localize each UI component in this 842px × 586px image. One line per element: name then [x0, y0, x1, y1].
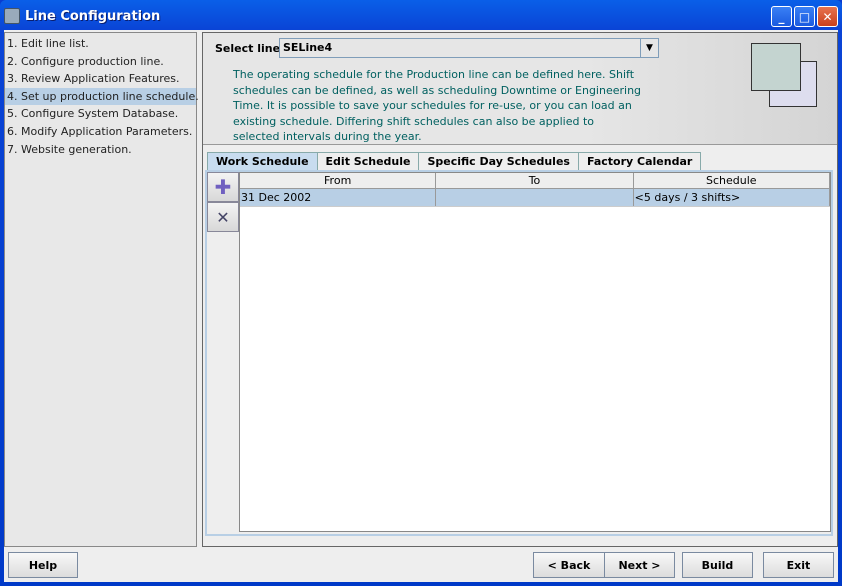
app-icon: [4, 8, 20, 24]
minimize-button[interactable]: _: [771, 6, 792, 27]
x-icon: ✕: [216, 207, 230, 227]
select-line-label: Select line:: [215, 42, 285, 55]
table-row[interactable]: 31 Dec 2002 <5 days / 3 shifts>: [240, 189, 830, 207]
chevron-down-icon[interactable]: ▼: [640, 39, 658, 57]
select-line-value: SELine4: [283, 41, 333, 54]
window-title: Line Configuration: [25, 8, 161, 24]
column-header-to[interactable]: To: [436, 173, 634, 188]
build-button[interactable]: Build: [682, 552, 753, 578]
plus-icon: ✚: [214, 175, 232, 199]
help-button[interactable]: Help: [8, 552, 78, 578]
steps-list: 1. Edit line list. 2. Configure producti…: [4, 32, 199, 547]
step-item[interactable]: 5. Configure System Database.: [5, 105, 196, 123]
schedule-table: From To Schedule 31 Dec 2002 <5 days / 3…: [239, 172, 831, 532]
column-header-schedule[interactable]: Schedule: [634, 173, 830, 188]
close-button[interactable]: ✕: [817, 6, 838, 27]
step-item[interactable]: 2. Configure production line.: [5, 53, 196, 71]
description: The operating schedule for the Productio…: [233, 68, 642, 143]
add-button[interactable]: ✚: [207, 172, 239, 202]
tab-work-schedule[interactable]: Work Schedule: [207, 152, 318, 170]
main-panel: Select line: SELine4 ▼ The operating sche…: [202, 32, 838, 547]
cell-to[interactable]: [436, 189, 634, 206]
tab-factory-calendar[interactable]: Factory Calendar: [577, 152, 702, 170]
step-item[interactable]: 1. Edit line list.: [5, 35, 196, 53]
pie-chart-illustration-icon: [751, 43, 801, 91]
tab-specific-day-schedules[interactable]: Specific Day Schedules: [418, 152, 579, 170]
title-bar: Line Configuration: [4, 4, 160, 28]
next-button[interactable]: Next >: [604, 552, 675, 578]
step-item[interactable]: 3. Review Application Features.: [5, 70, 196, 88]
column-header-from[interactable]: From: [240, 173, 437, 188]
back-button[interactable]: < Back: [533, 552, 605, 578]
exit-button[interactable]: Exit: [763, 552, 834, 578]
header-panel: Select line: SELine4 ▼ The operating sche…: [203, 33, 837, 145]
delete-button[interactable]: ✕: [207, 202, 239, 232]
step-item-selected[interactable]: 4. Set up production line schedule.: [5, 87, 199, 106]
select-line-combo[interactable]: SELine4 ▼: [279, 38, 659, 58]
step-item[interactable]: 7. Website generation.: [5, 141, 196, 159]
window: Line Configuration _ □ ✕ 1. Edit line li…: [0, 0, 842, 586]
step-item[interactable]: 6. Modify Application Parameters.: [5, 123, 196, 141]
cell-from[interactable]: 31 Dec 2002: [240, 189, 437, 206]
tab-edit-schedule[interactable]: Edit Schedule: [316, 152, 420, 170]
maximize-button[interactable]: □: [794, 6, 815, 27]
cell-schedule[interactable]: <5 days / 3 shifts>: [634, 189, 830, 206]
